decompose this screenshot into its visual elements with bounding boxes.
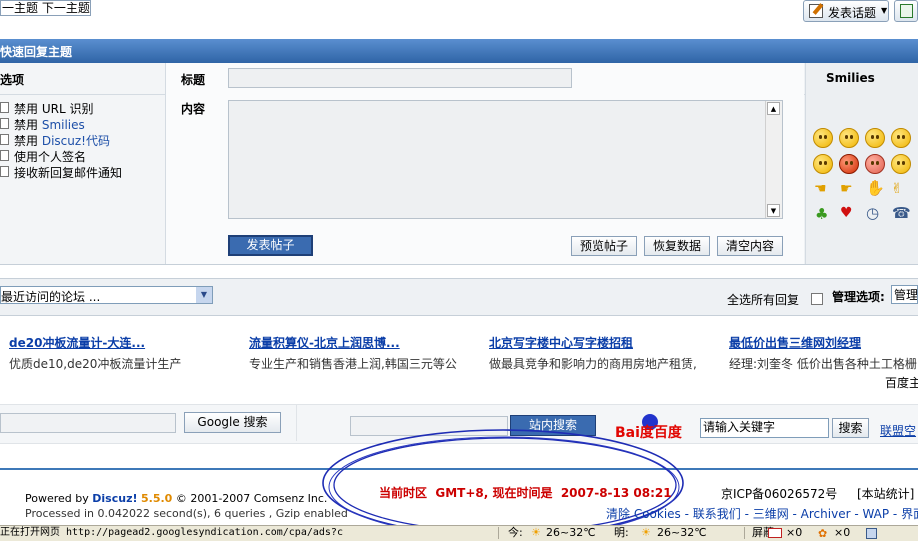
sun-icon: ☀ (641, 526, 651, 539)
phone-icon[interactable]: ☎ (892, 204, 911, 222)
union-link[interactable]: 联盟空 (880, 422, 916, 439)
option-checkbox[interactable] (0, 102, 9, 113)
stats-link[interactable]: [本站统计] (857, 485, 914, 502)
clock-icon[interactable]: ◷ (866, 204, 879, 222)
chevron-down-icon: ▼ (881, 6, 888, 15)
ad-item[interactable]: 最低价出售三维网刘经理 经理:刘奎冬 低价出售各种土工格栅 (729, 334, 918, 372)
ad-count: ×0 (834, 526, 851, 539)
angry-icon[interactable] (839, 154, 859, 174)
clear-button[interactable]: 清空内容 (717, 236, 783, 256)
wink-icon[interactable] (891, 128, 911, 148)
ads-provider[interactable]: 百度主 (885, 374, 918, 391)
zone-icon[interactable] (866, 528, 877, 539)
select-all-label: 全选所有回复 (727, 293, 800, 307)
today-temp: 26~32℃ (546, 526, 596, 539)
surprised-icon[interactable] (865, 154, 885, 174)
person-icon[interactable]: ♣ (815, 205, 828, 223)
reply-icon (900, 4, 913, 18)
tongue-icon[interactable] (865, 128, 885, 148)
handshake-icon[interactable]: ✌ (891, 181, 903, 197)
ad-title[interactable]: de20冲板流量计-大连... (9, 334, 181, 351)
hand-up-icon[interactable]: ✋ (866, 179, 885, 197)
ad-title[interactable]: 最低价出售三维网刘经理 (729, 334, 918, 351)
scrollbar[interactable]: ▲ ▼ (765, 101, 782, 218)
option-checkbox[interactable] (0, 134, 9, 145)
footer-links[interactable]: 清除 Cookies - 联系我们 - 三维网 - Archiver - WAP… (606, 505, 918, 522)
popup-count: ×0 (786, 526, 803, 539)
smilies-label: Smilies (826, 71, 875, 85)
ad-item[interactable]: 北京写字楼中心写字楼招租 做最具竞争和影响力的商用房地产租赁, (489, 334, 697, 372)
ad-title[interactable]: 流量积算仪-北京上润思博... (249, 334, 457, 351)
google-search-input[interactable] (0, 413, 176, 433)
chevron-down-icon[interactable]: ▼ (196, 287, 212, 303)
timezone-text: 当前时区 GMT+8, 现在时间是 2007-8-13 08:21 (379, 486, 672, 500)
new-topic-label: 发表话题 (828, 6, 877, 20)
discuz-link[interactable]: Discuz! (92, 492, 137, 505)
tomorrow-label: 明: (614, 526, 629, 539)
hand-left-icon[interactable]: ☚ (814, 181, 827, 197)
powered-by: Powered by Discuz! 5.5.0 © 2001-2007 Com… (25, 492, 328, 505)
ad-desc: 经理:刘奎冬 低价出售各种土工格栅 (729, 357, 917, 371)
hand-right-icon[interactable]: ☛ (840, 181, 853, 197)
baidu-search-input[interactable]: 请输入关键字 (700, 418, 829, 438)
reply-button[interactable] (894, 0, 918, 22)
forum-jump-value: 最近访问的论坛 ... (1, 290, 101, 304)
smilies-link[interactable]: Smilies (42, 118, 85, 132)
quick-reply-panel: 选项 禁用 URL 识别 禁用 Smilies 禁用 Discuz!代码 使用个… (0, 63, 918, 265)
processed-info: Processed in 0.042022 second(s), 6 queri… (25, 507, 348, 520)
option-checkbox[interactable] (0, 118, 9, 129)
ad-desc: 优质de10,de20冲板流量计生产 (9, 357, 182, 371)
title-label: 标题 (181, 73, 206, 87)
popup-block-icon[interactable] (768, 528, 782, 538)
smile-icon[interactable] (813, 128, 833, 148)
icp-text[interactable]: 京ICP备06026572号 (721, 485, 837, 502)
separator (296, 405, 297, 441)
status-text: 正在打开网页 http://pagead2.googlesyndication.… (0, 527, 343, 538)
option-checkbox[interactable] (0, 150, 9, 161)
forum-bar: 最近访问的论坛 ... ▼ 全选所有回复 管理选项: 管理 (0, 278, 918, 316)
google-search-button[interactable]: Google 搜索 (184, 412, 281, 433)
preview-button[interactable]: 预览帖子 (571, 236, 637, 256)
new-topic-button[interactable]: 发表话题 ▼ (803, 0, 889, 22)
cry-icon[interactable] (891, 154, 911, 174)
submit-post-button[interactable]: 发表帖子 (228, 235, 313, 256)
scroll-down-icon[interactable]: ▼ (767, 204, 780, 217)
admin-label: 管理选项: (832, 290, 885, 304)
ad-desc: 专业生产和销售香港上润,韩国三元等公 (249, 357, 457, 371)
status-bar: 正在打开网页 http://pagead2.googlesyndication.… (0, 525, 918, 541)
sad-icon[interactable] (839, 128, 859, 148)
ad-title[interactable]: 北京写字楼中心写字楼招租 (489, 334, 697, 351)
forum-jump-select[interactable]: 最近访问的论坛 ... ▼ (0, 286, 213, 304)
quick-reply-title: 快速回复主题 (0, 45, 73, 59)
ad-item[interactable]: de20冲板流量计-大连... 优质de10,de20冲板流量计生产 (9, 334, 181, 372)
tomorrow-temp: 26~32℃ (657, 526, 707, 539)
title-input[interactable] (228, 68, 572, 88)
options-label: 选项 (0, 73, 25, 87)
laugh-icon[interactable] (813, 154, 833, 174)
prev-next-nav[interactable]: 一主题 下一主题 (0, 0, 91, 16)
scroll-up-icon[interactable]: ▲ (767, 102, 780, 115)
discuz-code-link[interactable]: Discuz!代码 (42, 134, 110, 148)
content-textarea[interactable]: ▲ ▼ (228, 100, 783, 219)
content-label: 内容 (181, 102, 206, 116)
quick-reply-header: 快速回复主题 (0, 39, 918, 63)
lips-icon[interactable]: ♥ (840, 205, 853, 221)
baidu-search-button[interactable]: 搜索 (832, 418, 869, 438)
restore-button[interactable]: 恢复数据 (644, 236, 710, 256)
select-all-checkbox[interactable] (811, 293, 823, 305)
option-checkbox[interactable] (0, 166, 9, 177)
sun-icon: ☀ (531, 526, 541, 539)
today-label: 今: (508, 526, 523, 539)
admin-select[interactable]: 管理 (891, 285, 918, 304)
ad-desc: 做最具竞争和影响力的商用房地产租赁, (489, 357, 697, 371)
ad-block-icon[interactable]: ✿ (818, 527, 827, 541)
ad-item[interactable]: 流量积算仪-北京上润思博... 专业生产和销售香港上润,韩国三元等公 (249, 334, 457, 372)
